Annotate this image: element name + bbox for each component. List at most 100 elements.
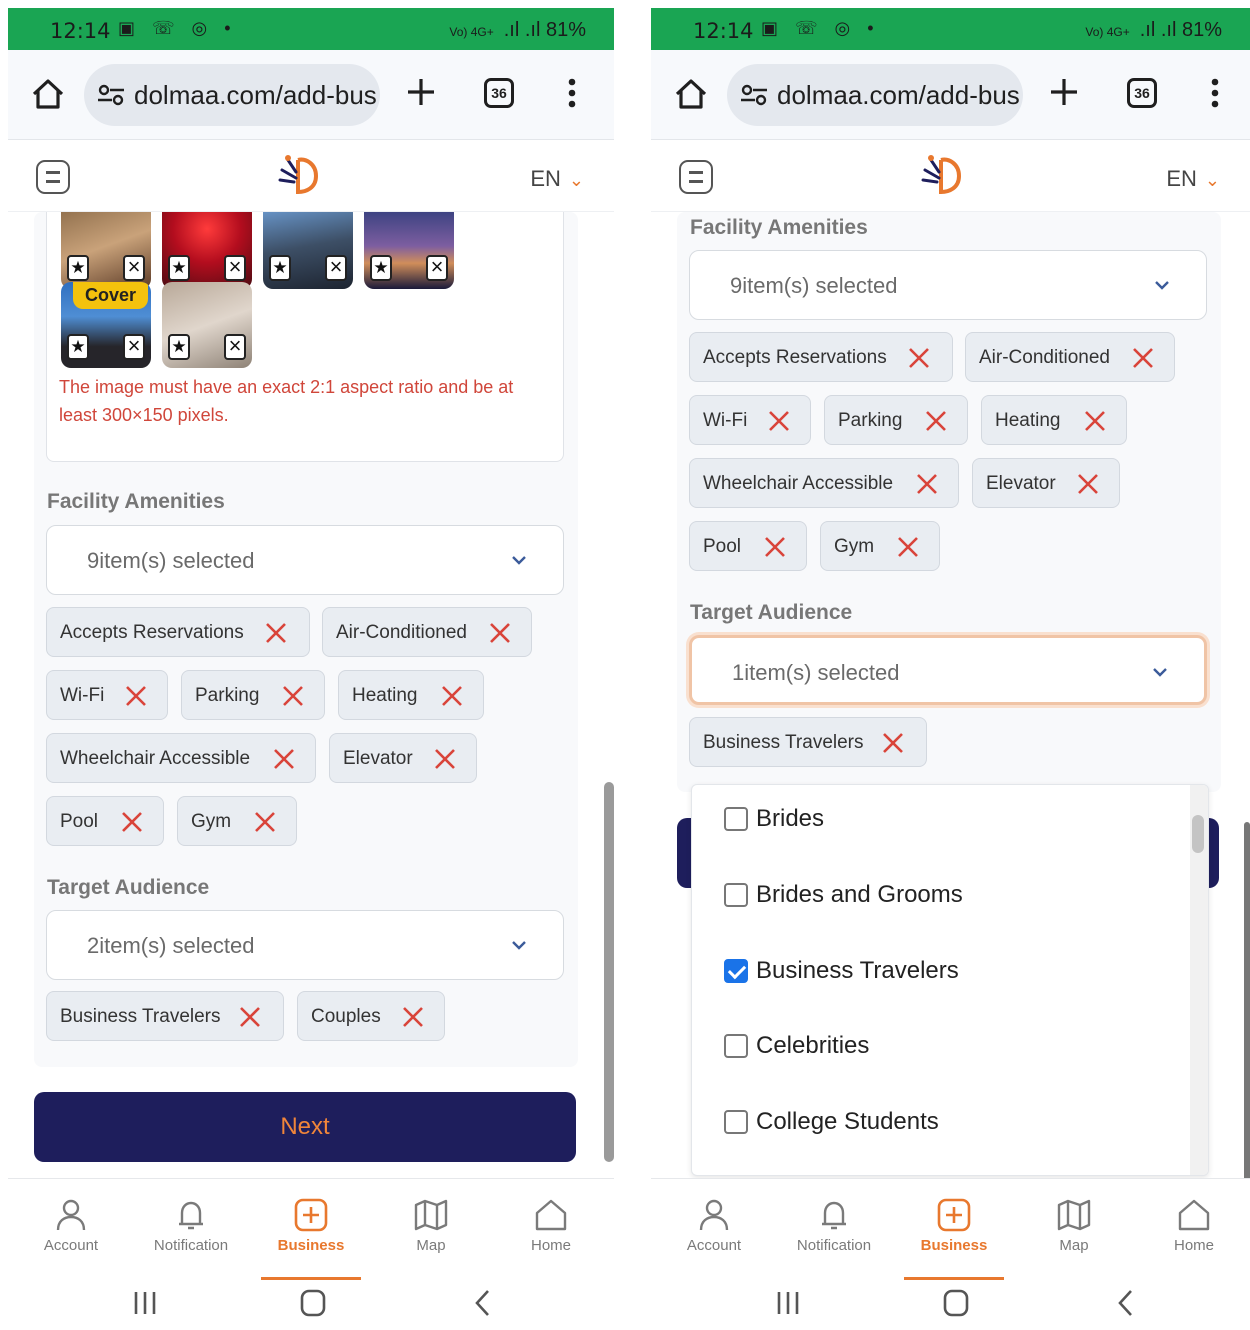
remove-chip-icon[interactable] xyxy=(273,748,295,770)
target-audience-select[interactable]: 2item(s) selected xyxy=(46,910,564,980)
home-button-icon[interactable] xyxy=(941,1288,971,1318)
nav-home[interactable]: Home xyxy=(1139,1197,1249,1254)
nav-business[interactable]: Business xyxy=(256,1197,366,1280)
remove-image-icon[interactable]: × xyxy=(224,255,246,281)
chip-wheelchair-accessible: Wheelchair Accessible xyxy=(46,733,316,783)
remove-chip-icon[interactable] xyxy=(402,1006,424,1028)
back-icon[interactable] xyxy=(468,1288,498,1318)
remove-chip-icon[interactable] xyxy=(925,410,947,432)
nav-notification[interactable]: Notification xyxy=(779,1197,889,1254)
chevron-down-icon xyxy=(512,556,526,565)
gallery-thumb-cover[interactable]: Cover ★ × xyxy=(61,282,151,368)
remove-chip-icon[interactable] xyxy=(125,685,147,707)
chip-gym: Gym xyxy=(177,796,297,846)
tab-count-button[interactable]: 36 xyxy=(1127,78,1157,108)
recent-apps-icon[interactable] xyxy=(130,1288,160,1318)
more-menu-icon[interactable] xyxy=(1211,78,1219,108)
page-scrollbar[interactable] xyxy=(604,782,614,1162)
checkbox[interactable] xyxy=(724,883,748,907)
remove-chip-icon[interactable] xyxy=(265,622,287,644)
new-tab-icon[interactable] xyxy=(1049,77,1079,107)
remove-chip-icon[interactable] xyxy=(441,685,463,707)
more-menu-icon[interactable] xyxy=(568,78,576,108)
dolmaa-logo[interactable] xyxy=(919,150,967,198)
status-bar: 12:14 ▣ ☏ ◎ • Vo) 4G+ .ıl .ıl 81% xyxy=(8,8,614,50)
remove-chip-icon[interactable] xyxy=(908,347,930,369)
tab-count-button[interactable]: 36 xyxy=(484,78,514,108)
remove-chip-icon[interactable] xyxy=(897,536,919,558)
site-settings-icon[interactable] xyxy=(98,84,124,106)
star-icon[interactable]: ★ xyxy=(168,255,190,281)
gallery-thumb[interactable]: ★ × xyxy=(162,282,252,368)
star-icon[interactable]: ★ xyxy=(168,334,190,360)
remove-chip-icon[interactable] xyxy=(882,732,904,754)
menu-icon[interactable] xyxy=(679,160,713,194)
form-content: ★ × ★ × ★ × ★ × Cover ★ × ★ × The image must ha… xyxy=(8,212,614,1178)
checkbox[interactable] xyxy=(724,1034,748,1058)
remove-chip-icon[interactable] xyxy=(764,536,786,558)
remove-chip-icon[interactable] xyxy=(916,473,938,495)
remove-chip-icon[interactable] xyxy=(1132,347,1154,369)
nav-account[interactable]: Account xyxy=(659,1197,769,1254)
url-text: dolmaa.com/add-bus xyxy=(777,80,1020,110)
facility-selected-count: 9item(s) selected xyxy=(730,273,898,298)
nav-account[interactable]: Account xyxy=(16,1197,126,1254)
new-tab-icon[interactable] xyxy=(406,77,436,107)
checkbox[interactable] xyxy=(724,807,748,831)
home-button-icon[interactable] xyxy=(298,1288,328,1318)
remove-chip-icon[interactable] xyxy=(1084,410,1106,432)
remove-chip-icon[interactable] xyxy=(768,410,790,432)
remove-chip-icon[interactable] xyxy=(239,1006,261,1028)
home-icon xyxy=(1178,1199,1210,1231)
page-scrollbar[interactable] xyxy=(1244,822,1250,1178)
remove-chip-icon[interactable] xyxy=(282,685,304,707)
language-selector[interactable]: EN ⌄ xyxy=(1166,166,1220,192)
nav-business[interactable]: Business xyxy=(899,1197,1009,1280)
recent-apps-icon[interactable] xyxy=(773,1288,803,1318)
target-audience-select[interactable]: 1item(s) selected xyxy=(689,635,1207,705)
next-button[interactable]: Next xyxy=(34,1092,576,1162)
gallery-thumb[interactable]: ★ × xyxy=(61,212,151,289)
checkbox-checked[interactable] xyxy=(724,959,748,983)
star-icon[interactable]: ★ xyxy=(370,255,392,281)
remove-chip-icon[interactable] xyxy=(489,622,511,644)
remove-image-icon[interactable]: × xyxy=(325,255,347,281)
back-icon[interactable] xyxy=(1111,1288,1141,1318)
remove-chip-icon[interactable] xyxy=(434,748,456,770)
chip-heating: Heating xyxy=(338,670,484,720)
url-bar[interactable]: dolmaa.com/add-bus xyxy=(84,64,380,126)
nav-notification[interactable]: Notification xyxy=(136,1197,246,1254)
nav-map[interactable]: Map xyxy=(1019,1197,1129,1254)
home-icon[interactable] xyxy=(673,76,709,112)
star-icon[interactable]: ★ xyxy=(269,255,291,281)
gallery-thumb[interactable]: ★ × xyxy=(162,212,252,289)
language-label: EN xyxy=(530,166,561,191)
gallery-thumb[interactable]: ★ × xyxy=(364,212,454,289)
remove-chip-icon[interactable] xyxy=(121,811,143,833)
remove-image-icon[interactable]: × xyxy=(426,255,448,281)
nav-map[interactable]: Map xyxy=(376,1197,486,1254)
checkbox[interactable] xyxy=(724,1110,748,1134)
dropdown-scrollbar-thumb[interactable] xyxy=(1192,815,1204,853)
star-icon[interactable]: ★ xyxy=(67,334,89,360)
facility-amenities-select[interactable]: 9item(s) selected xyxy=(689,250,1207,320)
facility-amenities-select[interactable]: 9item(s) selected xyxy=(46,525,564,595)
status-time: 12:14 xyxy=(50,19,111,43)
menu-icon[interactable] xyxy=(36,160,70,194)
app-header: EN ⌄ xyxy=(8,140,614,212)
remove-image-icon[interactable]: × xyxy=(123,255,145,281)
nav-home[interactable]: Home xyxy=(496,1197,606,1254)
chip-heating: Heating xyxy=(981,395,1127,445)
site-settings-icon[interactable] xyxy=(741,84,767,106)
remove-chip-icon[interactable] xyxy=(1077,473,1099,495)
star-icon[interactable]: ★ xyxy=(67,255,89,281)
language-selector[interactable]: EN ⌄ xyxy=(530,166,584,192)
url-bar[interactable]: dolmaa.com/add-bus xyxy=(727,64,1023,126)
remove-image-icon[interactable]: × xyxy=(224,334,246,360)
dolmaa-logo[interactable] xyxy=(276,150,324,198)
home-icon[interactable] xyxy=(30,76,66,112)
image-error-message: The image must have an exact 2:1 aspect … xyxy=(59,377,514,425)
remove-chip-icon[interactable] xyxy=(254,811,276,833)
gallery-thumb[interactable]: ★ × xyxy=(263,212,353,289)
remove-image-icon[interactable]: × xyxy=(123,334,145,360)
